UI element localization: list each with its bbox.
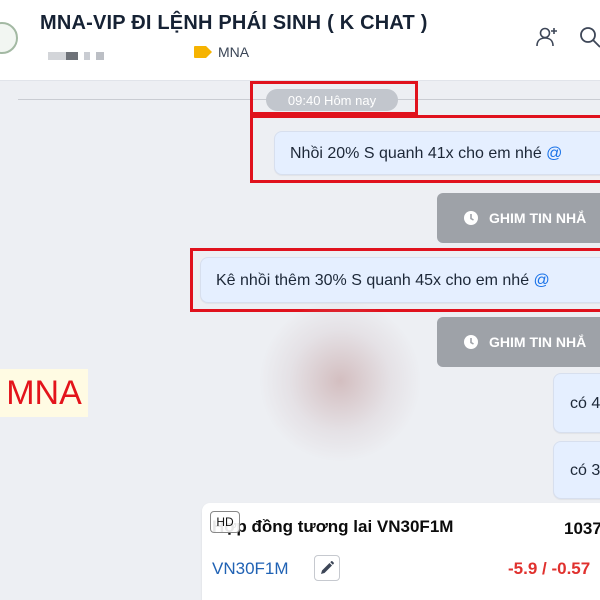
tag-label: MNA bbox=[218, 44, 250, 60]
add-member-icon[interactable] bbox=[534, 24, 560, 50]
message-text: Nhồi 20% S quanh 41x cho em nhé bbox=[290, 145, 547, 162]
clock-icon bbox=[464, 335, 478, 349]
tag-icon bbox=[194, 46, 212, 58]
pin-message-label: GHIM TIN NHẮ bbox=[489, 210, 587, 226]
mention-link[interactable]: @ bbox=[534, 272, 550, 289]
chat-header: MNA-VIP ĐI LỆNH PHÁI SINH ( K CHAT ) MNA bbox=[0, 0, 600, 81]
edit-button[interactable] bbox=[314, 555, 340, 581]
group-title[interactable]: MNA-VIP ĐI LỆNH PHÁI SINH ( K CHAT ) bbox=[40, 12, 428, 35]
watermark-label: MNA bbox=[0, 369, 88, 417]
hd-badge: HD bbox=[210, 511, 240, 533]
message-text: Kê nhồi thêm 30% S quanh 45x cho em nhé bbox=[216, 272, 534, 289]
pencil-icon bbox=[321, 561, 334, 574]
message-text: có 3 bbox=[570, 462, 600, 479]
clock-icon bbox=[464, 211, 478, 225]
contract-title: Hợp đồng tương lai VN30F1M bbox=[212, 517, 454, 536]
pin-message-button[interactable]: GHIM TIN NHẮ bbox=[437, 317, 600, 367]
search-icon[interactable] bbox=[578, 24, 600, 50]
message-text: có 4 bbox=[570, 395, 600, 412]
blurred-area bbox=[260, 301, 420, 461]
pin-message-label: GHIM TIN NHẮ bbox=[489, 334, 587, 350]
message-bubble[interactable]: Kê nhồi thêm 30% S quanh 45x cho em nhé … bbox=[200, 257, 600, 303]
contract-change: -5.9 / -0.57 bbox=[508, 559, 591, 578]
message-bubble[interactable]: Nhồi 20% S quanh 41x cho em nhé @ bbox=[274, 131, 600, 175]
member-info-masked bbox=[48, 48, 104, 62]
futures-contract-card[interactable]: Hợp đồng tương lai VN30F1M HD 1037 VN30F… bbox=[202, 503, 600, 600]
group-avatar[interactable] bbox=[0, 22, 18, 54]
contract-price: 1037 bbox=[564, 519, 600, 538]
message-list[interactable]: 09:40 Hôm nay Nhồi 20% S quanh 41x cho e… bbox=[0, 81, 600, 600]
pin-message-button[interactable]: GHIM TIN NHẮ bbox=[437, 193, 600, 243]
message-bubble[interactable]: có 4 bbox=[553, 373, 600, 433]
contract-symbol[interactable]: VN30F1M bbox=[212, 559, 289, 579]
highlight-box bbox=[250, 81, 418, 115]
group-tag[interactable]: MNA bbox=[194, 44, 249, 60]
message-bubble[interactable]: có 3 bbox=[553, 441, 600, 499]
mention-link[interactable]: @ bbox=[546, 145, 562, 162]
